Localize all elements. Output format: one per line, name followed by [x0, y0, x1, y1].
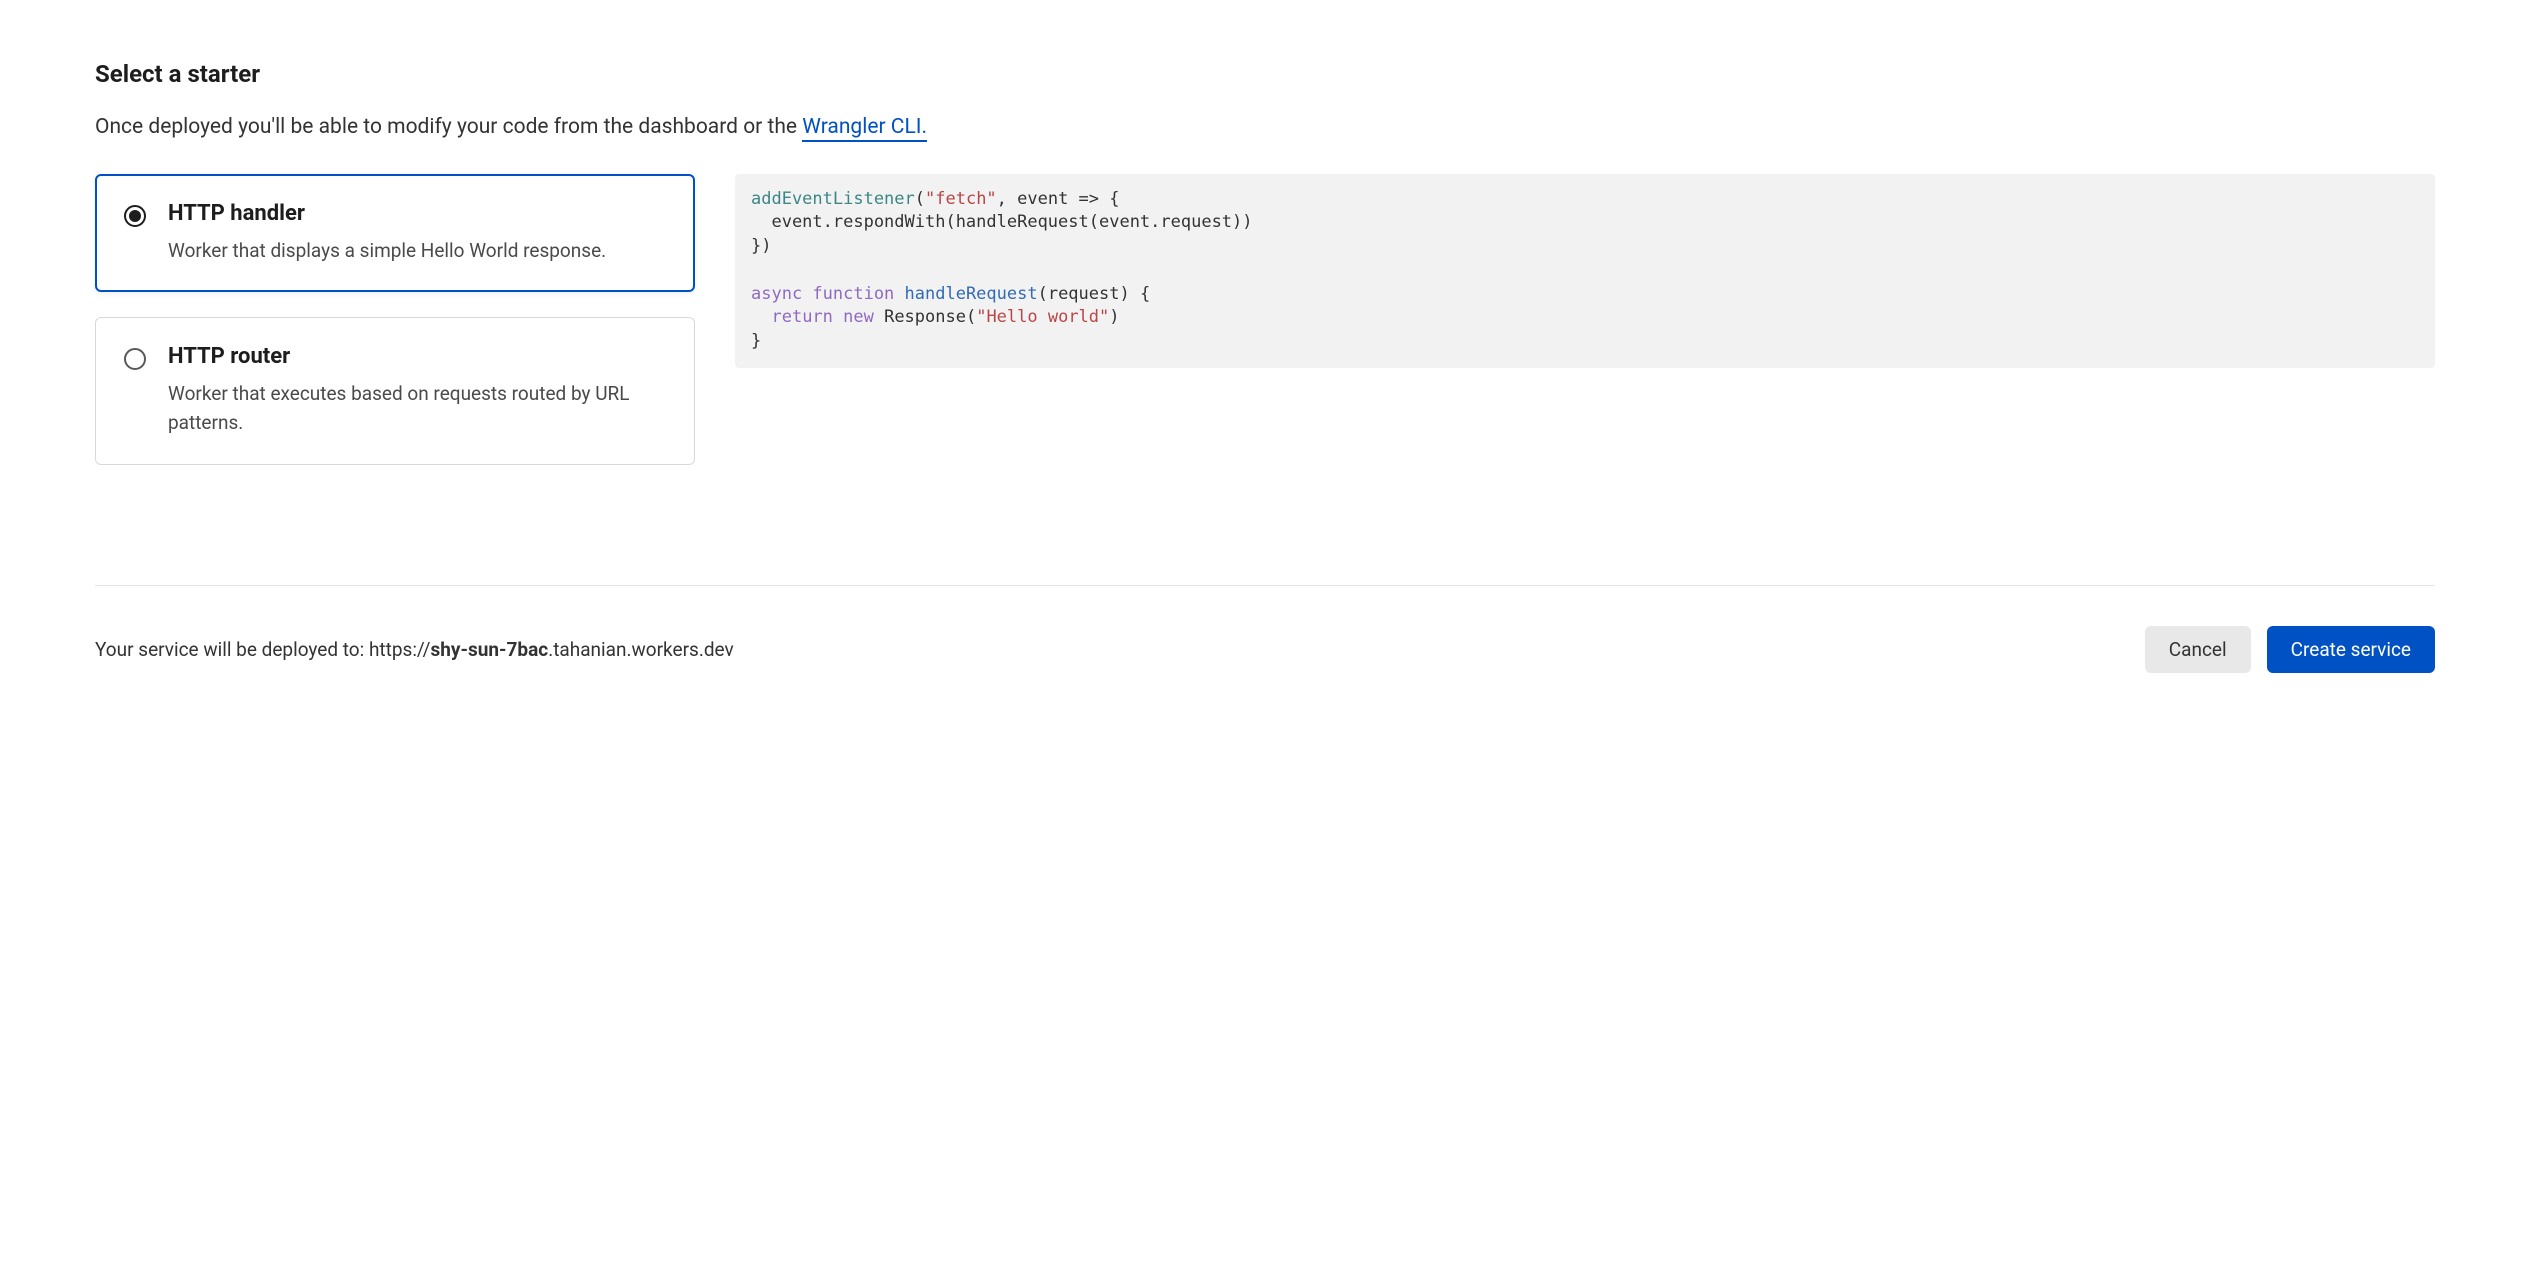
code-token: (	[915, 189, 925, 209]
footer-actions: Cancel Create service	[2145, 626, 2435, 673]
starter-desc: Worker that executes based on requests r…	[168, 379, 666, 438]
starter-text: HTTP handler Worker that displays a simp…	[168, 201, 666, 265]
radio-icon	[124, 205, 146, 227]
code-preview: addEventListener("fetch", event => { eve…	[735, 174, 2435, 369]
code-token: , event => {	[997, 189, 1120, 209]
section-description-text: Once deployed you'll be able to modify y…	[95, 115, 802, 139]
starter-text: HTTP router Worker that executes based o…	[168, 344, 666, 438]
section-title: Select a starter	[95, 60, 2435, 88]
create-service-button[interactable]: Create service	[2267, 626, 2435, 673]
code-token: addEventListener	[751, 189, 915, 209]
starter-title: HTTP handler	[168, 201, 666, 226]
starter-title: HTTP router	[168, 344, 666, 369]
deploy-subdomain: shy-sun-7bac	[431, 638, 549, 661]
divider	[95, 585, 2435, 586]
deploy-prefix: Your service will be deployed to: https:…	[95, 638, 431, 661]
section-description: Once deployed you'll be able to modify y…	[95, 112, 2435, 144]
cancel-button[interactable]: Cancel	[2145, 626, 2251, 673]
code-token: })	[751, 236, 771, 256]
content-row: HTTP handler Worker that displays a simp…	[95, 174, 2435, 465]
code-token: "fetch"	[925, 189, 997, 209]
code-token: )	[1109, 307, 1119, 327]
starter-desc: Worker that displays a simple Hello Worl…	[168, 236, 666, 265]
deploy-suffix: .tahanian.workers.dev	[548, 638, 734, 661]
deploy-note: Your service will be deployed to: https:…	[95, 638, 734, 661]
code-token: return new	[771, 307, 873, 327]
code-token: (request) {	[1038, 284, 1151, 304]
radio-dot-icon	[129, 210, 141, 222]
code-token: event.respondWith(handleRequest(event.re…	[751, 212, 1253, 232]
starter-card-http-router[interactable]: HTTP router Worker that executes based o…	[95, 317, 695, 465]
wrangler-cli-link[interactable]: Wrangler CLI.	[802, 115, 927, 142]
starter-list: HTTP handler Worker that displays a simp…	[95, 174, 695, 465]
code-token: }	[751, 331, 761, 351]
footer-row: Your service will be deployed to: https:…	[95, 626, 2435, 673]
code-token: Response(	[874, 307, 976, 327]
code-token: "Hello world"	[976, 307, 1109, 327]
code-token: handleRequest	[894, 284, 1037, 304]
code-token	[751, 307, 771, 327]
starter-card-http-handler[interactable]: HTTP handler Worker that displays a simp…	[95, 174, 695, 292]
radio-icon	[124, 348, 146, 370]
code-token: async function	[751, 284, 894, 304]
